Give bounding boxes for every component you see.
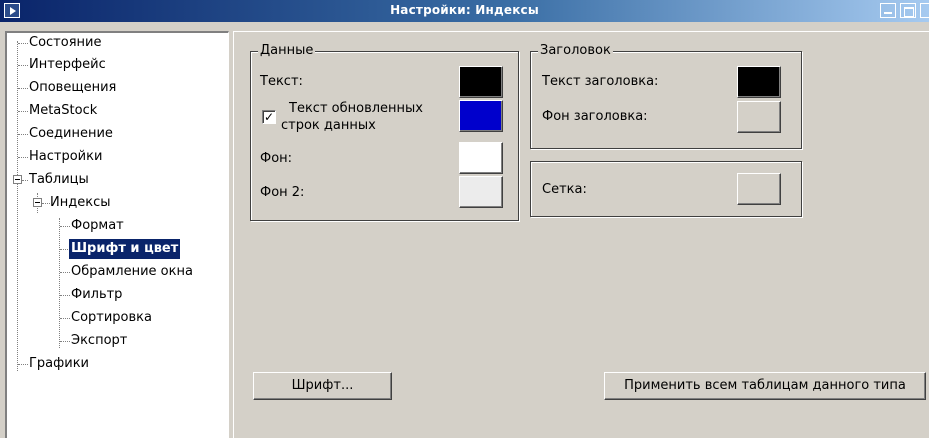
data-group: Данные Текст: ✓ Текст обновленных строк … [250, 43, 519, 221]
collapse-icon[interactable] [33, 198, 42, 207]
tree-item-font-and-color[interactable]: Шрифт и цвет [69, 239, 181, 259]
grid-group: Сетка: [530, 161, 802, 217]
updated-rows-label-line1: Текст обновленных [289, 101, 423, 116]
background-label: Фон: [260, 151, 293, 166]
tree-item-format[interactable]: Формат [69, 216, 126, 236]
updated-rows-label-line2: строк данных [281, 118, 376, 133]
tree-item-charts[interactable]: Графики [27, 354, 91, 374]
tree-item-interface[interactable]: Интерфейс [27, 55, 108, 75]
title-bar: Настройки: Индексы [0, 0, 929, 22]
header-text-label: Текст заголовка: [542, 74, 659, 89]
tree-item-indices[interactable]: Индексы [48, 193, 112, 213]
tree-item-metastock[interactable]: MetaStock [27, 101, 99, 121]
window-title: Настройки: Индексы [390, 3, 539, 17]
tree-item-tables[interactable]: Таблицы [27, 170, 91, 190]
tree-item-filter[interactable]: Фильтр [69, 285, 124, 305]
background2-label: Фон 2: [260, 185, 305, 200]
header-text-color-swatch[interactable] [737, 66, 781, 98]
text-color-swatch[interactable] [459, 66, 503, 98]
updated-rows-color-swatch[interactable] [459, 100, 503, 132]
tree-item-state[interactable]: Состояние [27, 33, 103, 53]
header-background-label: Фон заголовка: [542, 109, 648, 124]
settings-panel: Данные Текст: ✓ Текст обновленных строк … [233, 31, 929, 438]
collapse-icon[interactable] [13, 175, 22, 184]
header-background-color-swatch[interactable] [737, 101, 781, 133]
tree-item-notifications[interactable]: Оповещения [27, 78, 118, 98]
header-group: Заголовок Текст заголовка: Фон заголовка… [530, 43, 802, 149]
updated-rows-checkbox[interactable]: ✓ [262, 110, 276, 124]
tree-connector [17, 41, 18, 371]
tree-connector [59, 218, 60, 348]
background-color-swatch[interactable] [459, 142, 503, 174]
text-color-label: Текст: [260, 74, 303, 89]
maximize-icon[interactable] [900, 3, 916, 18]
background2-color-swatch[interactable] [459, 176, 503, 208]
close-icon[interactable] [920, 3, 929, 18]
data-group-legend: Данные [258, 43, 316, 59]
tree-item-export[interactable]: Экспорт [69, 331, 129, 351]
minimize-icon[interactable] [880, 3, 896, 18]
font-button[interactable]: Шрифт... [253, 372, 392, 400]
tree-item-connection[interactable]: Соединение [27, 124, 115, 144]
grid-color-swatch[interactable] [737, 173, 781, 205]
grid-label: Сетка: [542, 182, 587, 197]
tree-item-settings[interactable]: Настройки [27, 147, 104, 167]
tree-item-sorting[interactable]: Сортировка [69, 308, 154, 328]
tree-item-window-frame[interactable]: Обрамление окна [69, 262, 195, 282]
apply-all-tables-button[interactable]: Применить всем таблицам данного типа [604, 372, 926, 400]
settings-tree[interactable]: Состояние Интерфейс Оповещения MetaStock… [5, 31, 229, 438]
header-group-legend: Заголовок [538, 43, 613, 59]
